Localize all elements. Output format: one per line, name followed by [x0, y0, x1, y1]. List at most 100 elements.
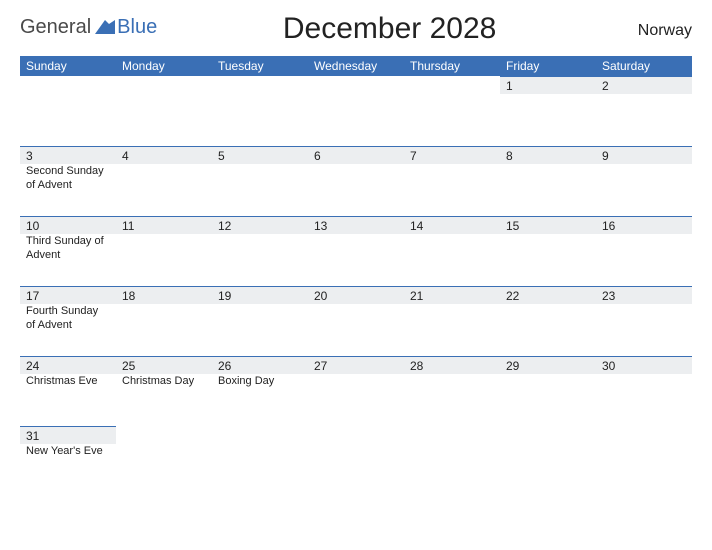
- day-cell: 24Christmas Eve: [20, 356, 116, 426]
- date-number: 26: [212, 356, 308, 374]
- day-cell: 26Boxing Day: [212, 356, 308, 426]
- day-cell: [308, 426, 404, 496]
- date-number: 1: [500, 76, 596, 94]
- date-number: 25: [116, 356, 212, 374]
- country-label: Norway: [622, 12, 692, 40]
- date-number: 22: [500, 286, 596, 304]
- day-header: Sunday: [20, 56, 116, 76]
- day-header: Friday: [500, 56, 596, 76]
- date-number: [308, 426, 404, 444]
- event-label: New Year's Eve: [20, 444, 116, 460]
- day-cell: [500, 426, 596, 496]
- week-row: 12: [20, 76, 692, 146]
- calendar: Sunday Monday Tuesday Wednesday Thursday…: [20, 56, 692, 496]
- day-cell: 20: [308, 286, 404, 356]
- date-number: 2: [596, 76, 692, 94]
- day-header: Wednesday: [308, 56, 404, 76]
- date-number: 13: [308, 216, 404, 234]
- date-number: 31: [20, 426, 116, 444]
- day-header-row: Sunday Monday Tuesday Wednesday Thursday…: [20, 56, 692, 76]
- day-cell: 7: [404, 146, 500, 216]
- date-number: 9: [596, 146, 692, 164]
- day-header: Monday: [116, 56, 212, 76]
- day-cell: 13: [308, 216, 404, 286]
- event-label: Christmas Day: [116, 374, 212, 390]
- date-number: [212, 76, 308, 94]
- day-cell: 9: [596, 146, 692, 216]
- week-row: 24Christmas Eve25Christmas Day26Boxing D…: [20, 356, 692, 426]
- date-number: 5: [212, 146, 308, 164]
- page-title: December 2028: [157, 12, 622, 46]
- date-number: 10: [20, 216, 116, 234]
- day-cell: 30: [596, 356, 692, 426]
- brand-blue: Blue: [117, 16, 157, 39]
- brand-logo: General Blue: [20, 12, 157, 39]
- day-cell: [212, 76, 308, 146]
- day-cell: 8: [500, 146, 596, 216]
- date-number: 16: [596, 216, 692, 234]
- day-cell: 1: [500, 76, 596, 146]
- date-number: 24: [20, 356, 116, 374]
- event-label: Fourth Sunday of Advent: [20, 304, 116, 334]
- date-number: [596, 426, 692, 444]
- date-number: 7: [404, 146, 500, 164]
- day-header: Tuesday: [212, 56, 308, 76]
- date-number: 19: [212, 286, 308, 304]
- date-number: 4: [116, 146, 212, 164]
- date-number: 27: [308, 356, 404, 374]
- date-number: [116, 426, 212, 444]
- date-number: [308, 76, 404, 94]
- day-cell: [116, 76, 212, 146]
- day-cell: 21: [404, 286, 500, 356]
- date-number: 15: [500, 216, 596, 234]
- day-cell: 19: [212, 286, 308, 356]
- event-label: Christmas Eve: [20, 374, 116, 390]
- day-cell: [404, 426, 500, 496]
- week-row: 3Second Sunday of Advent456789: [20, 146, 692, 216]
- date-number: 30: [596, 356, 692, 374]
- day-cell: 2: [596, 76, 692, 146]
- day-cell: 12: [212, 216, 308, 286]
- week-row: 17Fourth Sunday of Advent181920212223: [20, 286, 692, 356]
- date-number: 21: [404, 286, 500, 304]
- day-cell: 18: [116, 286, 212, 356]
- day-cell: [212, 426, 308, 496]
- day-cell: [116, 426, 212, 496]
- date-number: 8: [500, 146, 596, 164]
- day-header: Saturday: [596, 56, 692, 76]
- date-number: [212, 426, 308, 444]
- day-cell: 17Fourth Sunday of Advent: [20, 286, 116, 356]
- date-number: 6: [308, 146, 404, 164]
- day-cell: 28: [404, 356, 500, 426]
- day-cell: [596, 426, 692, 496]
- day-cell: 27: [308, 356, 404, 426]
- day-cell: 25Christmas Day: [116, 356, 212, 426]
- day-cell: 29: [500, 356, 596, 426]
- event-label: Boxing Day: [212, 374, 308, 390]
- day-cell: 5: [212, 146, 308, 216]
- day-cell: [20, 76, 116, 146]
- event-label: Second Sunday of Advent: [20, 164, 116, 194]
- date-number: 14: [404, 216, 500, 234]
- date-number: 12: [212, 216, 308, 234]
- date-number: 23: [596, 286, 692, 304]
- day-cell: 15: [500, 216, 596, 286]
- brand-general: General: [20, 16, 91, 39]
- day-cell: 16: [596, 216, 692, 286]
- week-row: 10Third Sunday of Advent111213141516: [20, 216, 692, 286]
- day-cell: 6: [308, 146, 404, 216]
- day-cell: 4: [116, 146, 212, 216]
- day-cell: [404, 76, 500, 146]
- date-number: [500, 426, 596, 444]
- date-number: [404, 76, 500, 94]
- day-cell: 10Third Sunday of Advent: [20, 216, 116, 286]
- date-number: 3: [20, 146, 116, 164]
- date-number: [20, 76, 116, 94]
- week-row: 31New Year's Eve: [20, 426, 692, 496]
- day-cell: 31New Year's Eve: [20, 426, 116, 496]
- weeks-container: 123Second Sunday of Advent45678910Third …: [20, 76, 692, 496]
- date-number: 29: [500, 356, 596, 374]
- day-cell: 23: [596, 286, 692, 356]
- date-number: 18: [116, 286, 212, 304]
- brand-swoosh-icon: [95, 20, 115, 36]
